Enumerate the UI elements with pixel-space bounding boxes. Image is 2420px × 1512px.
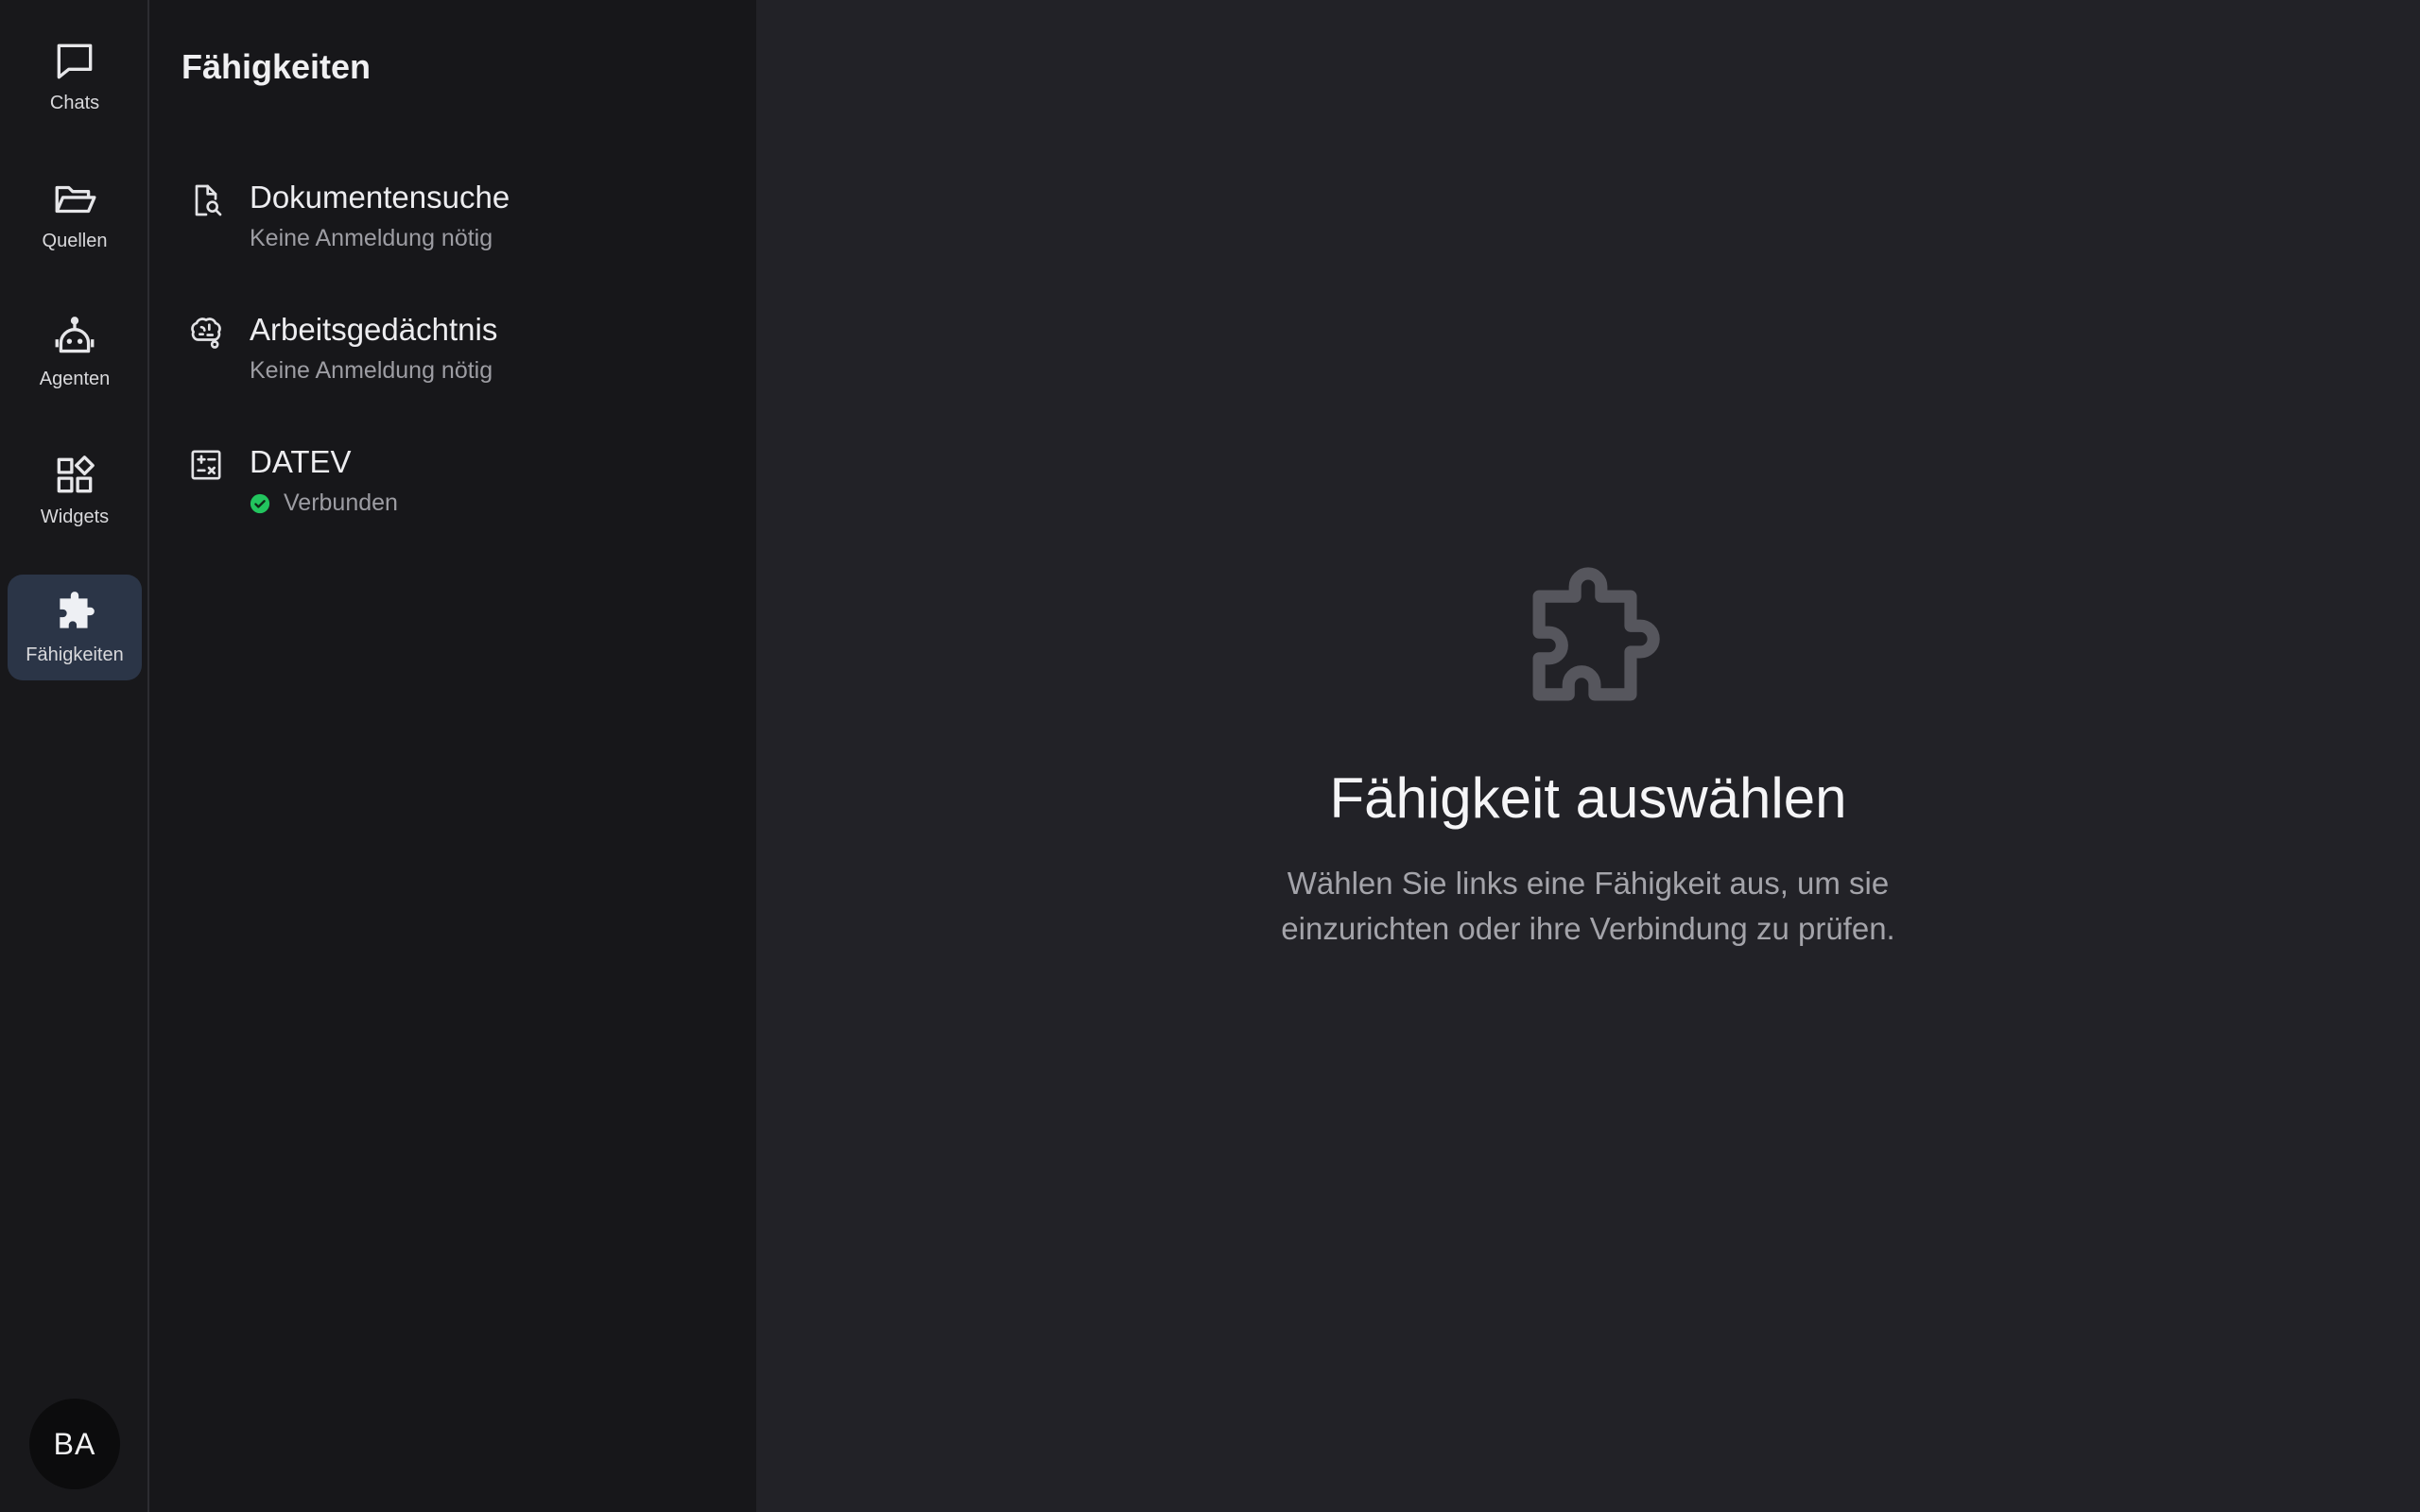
skill-status: Keine Anmeldung nötig xyxy=(250,225,493,252)
skill-item-dokumentensuche[interactable]: Dokumentensuche Keine Anmeldung nötig xyxy=(149,176,756,289)
user-avatar[interactable]: BA xyxy=(29,1399,120,1489)
empty-state: Fähigkeit auswählen Wählen Sie links ein… xyxy=(756,567,2420,952)
skill-status-text: Keine Anmeldung nötig xyxy=(250,357,493,384)
skills-panel: Fähigkeiten Dokumentensuche Keine Anmeld… xyxy=(149,0,756,1512)
widgets-icon xyxy=(57,455,95,492)
robot-icon xyxy=(55,316,95,352)
skill-status-text: Keine Anmeldung nötig xyxy=(250,225,493,251)
folder-open-icon xyxy=(55,185,96,213)
skill-status: Keine Anmeldung nötig xyxy=(250,357,493,385)
skill-item-datev[interactable]: DATEV Verbunden xyxy=(149,440,756,554)
rail-item-agenten[interactable]: Agenten xyxy=(8,299,142,404)
empty-state-title: Fähigkeit auswählen xyxy=(1329,766,1847,830)
rail-item-chats[interactable]: Chats xyxy=(8,23,142,129)
skill-name: DATEV xyxy=(250,444,352,479)
document-search-icon xyxy=(195,184,222,216)
rail-item-widgets[interactable]: Widgets xyxy=(8,437,142,542)
rail-label: Chats xyxy=(49,92,100,113)
chat-bubble-icon xyxy=(57,43,93,78)
panel-title: Fähigkeiten xyxy=(182,47,372,86)
skill-name: Dokumentensuche xyxy=(250,180,510,215)
check-circle-icon xyxy=(250,493,270,513)
rail-label: Widgets xyxy=(40,506,110,527)
brain-icon xyxy=(191,318,221,349)
app-window: Chats Quellen Agenten Widgets Fähigkeite… xyxy=(0,0,2420,1512)
main-content: Fähigkeit auswählen Wählen Sie links ein… xyxy=(756,0,2420,1512)
puzzle-icon xyxy=(1532,567,1660,701)
skill-item-arbeitsgedaechtnis[interactable]: Arbeitsgedächtnis Keine Anmeldung nötig xyxy=(149,308,756,421)
rail-item-faehigkeiten[interactable]: Fähigkeiten xyxy=(8,575,142,680)
rail-label: Agenten xyxy=(39,368,111,389)
rail-label: Fähigkeiten xyxy=(26,644,124,665)
empty-state-description: Wählen Sie links eine Fähigkeit aus, um … xyxy=(1281,866,1895,946)
nav-rail: Chats Quellen Agenten Widgets Fähigkeite… xyxy=(0,0,149,1512)
calculator-icon xyxy=(191,450,221,480)
puzzle-icon xyxy=(60,591,95,628)
rail-label: Quellen xyxy=(42,230,108,251)
rail-item-quellen[interactable]: Quellen xyxy=(8,161,142,266)
skill-name: Arbeitsgedächtnis xyxy=(250,312,498,347)
skill-status-text: Verbunden xyxy=(284,490,398,516)
skill-status: Verbunden xyxy=(250,490,398,517)
